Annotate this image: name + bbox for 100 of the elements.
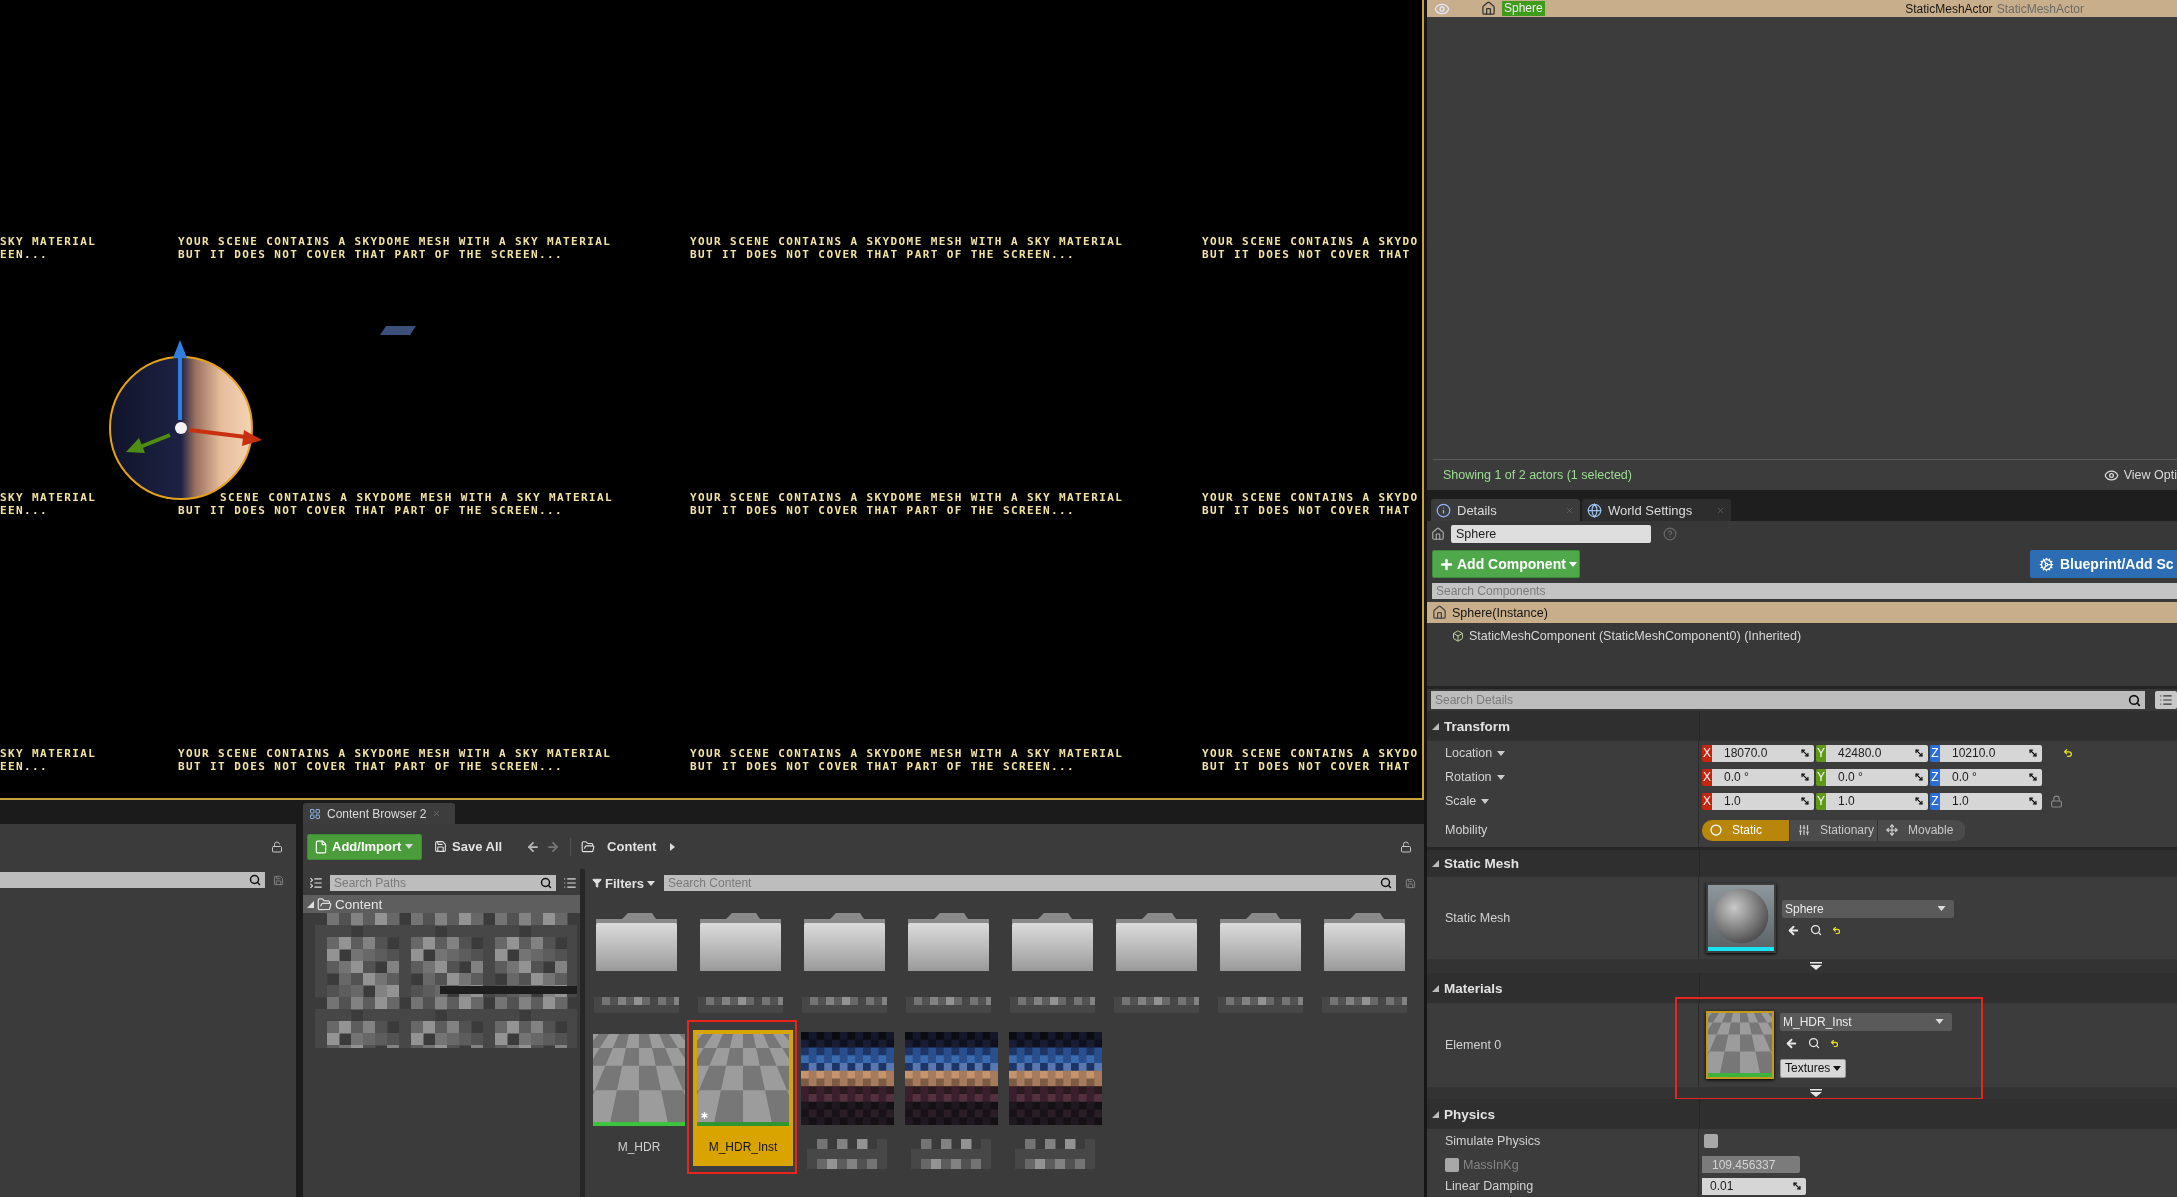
folder-icon[interactable]	[1010, 911, 1095, 973]
warning-text: BUT IT DOES NOT COVER THAT	[1202, 248, 1411, 261]
pivot-dot[interactable]	[175, 422, 187, 434]
search-icon[interactable]	[1810, 924, 1822, 936]
right-caret-icon[interactable]	[670, 842, 676, 851]
mobility-option[interactable]: Stationary	[1790, 819, 1878, 841]
folder-icon[interactable]	[1218, 911, 1303, 973]
outliner-row[interactable]: Sphere StaticMeshActor StaticMeshActor	[1427, 0, 2177, 17]
axis-label: X	[1702, 768, 1712, 786]
property-label: Linear Damping	[1445, 1179, 1534, 1193]
blueprint-button[interactable]: Blueprint/Add Sc	[2030, 550, 2177, 578]
category-header[interactable]: Static Mesh	[1427, 847, 2177, 877]
warning-text: BUT IT DOES NOT COVER THAT PART OF THE SCREEN...	[690, 248, 1076, 261]
z-axis-arrow[interactable]	[173, 340, 187, 420]
number-field[interactable]: 1.0	[1826, 792, 1928, 810]
number-field[interactable]: 0.01	[1702, 1177, 1806, 1195]
expand-arrow-icon[interactable]	[1810, 962, 1822, 970]
asset-dropdown[interactable]: Sphere	[1782, 899, 1954, 918]
caret-icon	[1497, 750, 1506, 756]
search-icon[interactable]	[1808, 1037, 1820, 1049]
folder-icon[interactable]	[1322, 911, 1407, 973]
actor-count-text: Showing 1 of 2 actors (1 selected)	[1443, 468, 1632, 482]
x-axis-arrow[interactable]	[188, 428, 262, 446]
folder-icon[interactable]	[698, 911, 783, 973]
padlock-icon[interactable]	[271, 840, 283, 853]
reset-arrow-icon[interactable]	[1830, 1038, 1839, 1048]
number-field[interactable]: 0.0 °	[1712, 768, 1814, 786]
property-dropdown[interactable]: Scale	[1445, 794, 1490, 808]
folder-icon[interactable]	[802, 911, 887, 973]
filters-button[interactable]: Filters	[592, 875, 655, 891]
warning-text: YOUR SCENE CONTAINS A SKYDO	[1202, 748, 1419, 761]
reset-arrow-icon[interactable]	[2063, 748, 2073, 758]
caret-icon	[1481, 798, 1490, 804]
property-label: Simulate Physics	[1445, 1134, 1541, 1148]
list-icon	[2159, 693, 2173, 707]
move-arrows-icon	[1886, 824, 1898, 836]
name-field[interactable]: Sphere	[1451, 524, 1651, 543]
number-field[interactable]: 10210.0	[1940, 744, 2042, 762]
warning-text: SKY MATERIAL	[0, 236, 97, 249]
left-arrow-icon[interactable]	[1785, 1036, 1798, 1050]
warning-text: SKY MATERIAL	[0, 748, 97, 761]
forward-arrow-icon	[546, 839, 561, 854]
number-field[interactable]: 0.0 °	[1940, 768, 2042, 786]
axis-label: Y	[1816, 792, 1826, 810]
textures-dropdown[interactable]: Textures	[1780, 1058, 1847, 1078]
component-row[interactable]: StaticMeshComponent (StaticMeshComponent0) (Inherited)	[1427, 623, 2177, 649]
y-axis-arrow[interactable]	[126, 433, 171, 453]
save-icon[interactable]	[273, 874, 284, 886]
lock-icon[interactable]	[2050, 794, 2063, 808]
diagonal-arrows-icon	[2028, 748, 2038, 758]
save-icon[interactable]	[1405, 877, 1416, 889]
property-dropdown[interactable]: Location	[1445, 746, 1506, 760]
padlock-icon[interactable]	[1400, 840, 1412, 853]
house-icon	[1432, 605, 1447, 620]
search-field[interactable]	[0, 872, 265, 888]
mobility-option[interactable]: Movable	[1878, 819, 1966, 841]
content-browser-tab[interactable]: Content Browser 2	[303, 803, 455, 824]
reset-arrow-icon[interactable]	[1832, 925, 1841, 935]
diagonal-arrows-icon	[1792, 1181, 1802, 1191]
list-icon[interactable]	[309, 876, 323, 890]
asset-tile[interactable]: M_HDR_Inst	[693, 1030, 793, 1166]
asset-dropdown[interactable]: M_HDR_Inst	[1780, 1012, 1952, 1031]
number-field[interactable]: 1.0	[1940, 792, 2042, 810]
caret-icon	[1935, 1019, 1944, 1024]
folder-icon[interactable]	[1114, 911, 1199, 973]
override-checkbox[interactable]	[1445, 1157, 1459, 1172]
number-field[interactable]: 18070.0	[1712, 744, 1814, 762]
panel-tab[interactable]: World Settings	[1582, 499, 1731, 521]
component-row[interactable]: Sphere(Instance)	[1427, 602, 2177, 623]
actor-label: Sphere	[1502, 1, 1545, 16]
number-field[interactable]: 42480.0	[1826, 744, 1928, 762]
save-all-button[interactable]: Save All	[434, 839, 503, 854]
number-field[interactable]: 0.0 °	[1826, 768, 1928, 786]
folder-icon[interactable]	[594, 911, 679, 973]
category-header[interactable]: Physics	[1427, 1099, 2177, 1129]
view-options-button[interactable]: View Opti	[2103, 467, 2177, 483]
property-label: Mobility	[1445, 823, 1488, 837]
tree-item[interactable]: Content	[303, 895, 580, 913]
warning-text: YOUR SCENE CONTAINS A SKYDOME MESH WITH A SKY MATERIAL	[178, 748, 612, 761]
back-button[interactable]	[526, 839, 541, 854]
warning-text: BUT IT DOES NOT COVER THAT	[1202, 504, 1411, 517]
category-header[interactable]: Materials	[1427, 973, 2177, 1003]
plane-mesh	[380, 326, 416, 335]
checkbox[interactable]	[1704, 1134, 1718, 1148]
folder-icon[interactable]	[906, 911, 991, 973]
actor-type: StaticMeshActor	[1905, 1, 1993, 16]
list-view-button[interactable]	[2155, 691, 2177, 709]
diagonal-arrows-icon	[2028, 772, 2038, 782]
panel-tab[interactable]: Details	[1431, 499, 1580, 521]
forward-button[interactable]	[546, 839, 561, 854]
category-header[interactable]: Transform	[1427, 711, 2177, 741]
search-icon	[2128, 693, 2141, 707]
list-icon[interactable]	[563, 876, 577, 890]
expand-arrow-icon[interactable]	[1810, 1089, 1822, 1097]
number-field[interactable]: 1.0	[1712, 792, 1814, 810]
warning-text: BUT IT DOES NOT COVER THAT PART OF THE SCREEN...	[178, 248, 564, 261]
property-dropdown[interactable]: Rotation	[1445, 770, 1505, 784]
left-arrow-icon[interactable]	[1787, 923, 1800, 937]
sphere-drawing	[1708, 885, 1774, 947]
path-crumb[interactable]: Content	[581, 839, 657, 854]
